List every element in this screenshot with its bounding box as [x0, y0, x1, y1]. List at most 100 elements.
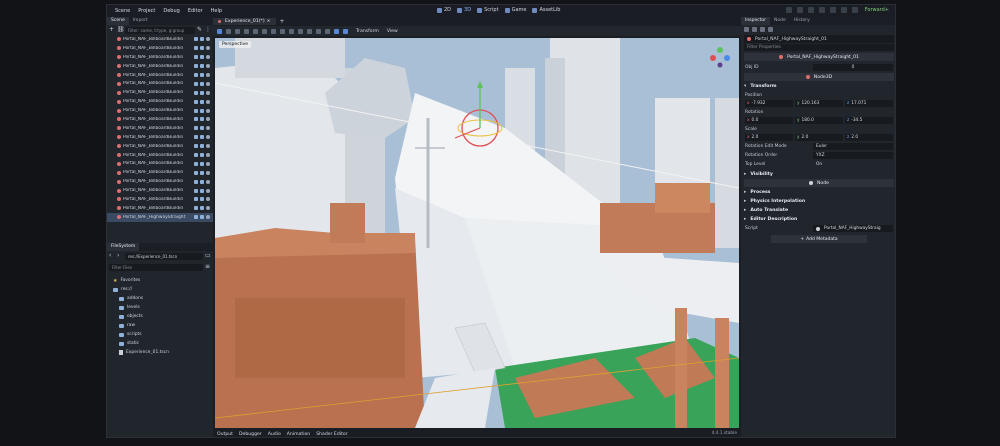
script-attach-icon[interactable]: ✎ [197, 27, 203, 33]
remote-debug-icon[interactable] [818, 7, 825, 13]
visibility-eye-icon[interactable] [206, 90, 210, 95]
transform-menu[interactable]: Transform [356, 29, 379, 34]
instance-icon[interactable] [194, 153, 198, 158]
tab-node[interactable]: Node [770, 17, 790, 25]
tab-history[interactable]: History [790, 17, 814, 25]
workspace-game[interactable]: Game [504, 7, 526, 13]
instance-icon[interactable] [194, 135, 198, 140]
script-icon[interactable] [200, 144, 204, 149]
rotate-tool-icon[interactable] [235, 28, 240, 34]
select-tool-icon[interactable] [217, 28, 222, 34]
scale-tool-icon[interactable] [244, 28, 249, 34]
pause-icon[interactable] [796, 7, 803, 13]
class-header-node3d[interactable]: Node3D [744, 73, 894, 81]
visibility-eye-icon[interactable] [206, 81, 210, 86]
lock-icon[interactable] [262, 28, 267, 34]
scene-tab-experience[interactable]: Experience_01(*) × [213, 18, 276, 25]
workspace-assetlib[interactable]: AssetLib [532, 7, 560, 13]
instance-icon[interactable] [194, 99, 198, 104]
workspace-2d[interactable]: 2D [437, 7, 451, 13]
instance-icon[interactable] [194, 73, 198, 77]
instance-icon[interactable] [194, 170, 198, 175]
scene-tree-row[interactable]: Portal_NAF_BillboardBuildin [107, 177, 213, 186]
script-icon[interactable] [200, 117, 204, 122]
scene-tree-row[interactable]: Portal_NAF_BillboardBuildin [107, 151, 213, 160]
instance-icon[interactable] [194, 81, 198, 86]
visibility-eye-icon[interactable] [206, 179, 210, 184]
filesystem-item[interactable]: levels [107, 303, 213, 312]
section-process[interactable]: ▸ Process [744, 188, 894, 196]
environment-icon[interactable] [316, 28, 321, 34]
scene-tree-row[interactable]: Portal_NAF_BillboardBuildin [107, 35, 213, 44]
instance-icon[interactable] [194, 206, 198, 211]
visibility-eye-icon[interactable] [206, 135, 210, 140]
script-icon[interactable] [200, 188, 204, 193]
3d-viewport[interactable]: Perspective [215, 38, 739, 428]
close-icon[interactable]: × [267, 19, 271, 24]
scene-tree-row[interactable]: Portal_NAF_BillboardBuildin [107, 97, 213, 106]
scene-tree-row[interactable]: Portal_NAF_HighwayStraight [107, 212, 213, 222]
visibility-eye-icon[interactable] [206, 144, 210, 149]
tab-debugger[interactable]: Debugger [239, 432, 262, 437]
visibility-eye-icon[interactable] [206, 99, 210, 104]
filesystem-item[interactable]: addons [107, 294, 213, 303]
scale-y-field[interactable]: y 2.0 [795, 134, 843, 141]
instance-icon[interactable] [194, 197, 198, 202]
gizmo-icon[interactable] [343, 28, 348, 34]
split-view-icon[interactable]: ▭ [205, 253, 211, 259]
filesystem-item[interactable]: static [107, 339, 213, 348]
position-x-field[interactable]: x -7.932 [745, 100, 793, 107]
position-y-field[interactable]: y 120.163 [795, 100, 843, 107]
script-icon[interactable] [200, 46, 204, 51]
scene-tree-row[interactable]: Portal_NAF_BillboardBuildin [107, 124, 213, 133]
filesystem-item[interactable]: res:// [107, 285, 213, 294]
sun-icon[interactable] [307, 28, 312, 34]
visibility-eye-icon[interactable] [206, 37, 210, 42]
instance-icon[interactable] [194, 117, 198, 122]
scene-tree-row[interactable]: Portal_NAF_BillboardBuildin [107, 186, 213, 195]
node-path-selector[interactable]: Portal_NAF_HighwayStraight_01 [744, 35, 894, 43]
add-scene-tab-icon[interactable]: + [276, 18, 289, 25]
visibility-eye-icon[interactable] [206, 73, 210, 77]
section-transform[interactable]: ▾ Transform [744, 82, 894, 90]
menu-scene[interactable]: Scene [111, 8, 134, 14]
snap-icon[interactable] [298, 28, 303, 34]
scene-tree-row[interactable]: Portal_NAF_BillboardBuildin [107, 44, 213, 53]
menu-editor[interactable]: Editor [184, 8, 207, 14]
scale-x-field[interactable]: x 2.0 [745, 134, 793, 141]
instance-icon[interactable] [194, 215, 198, 220]
tab-inspector[interactable]: Inspector [741, 17, 770, 25]
menu-help[interactable]: Help [207, 8, 226, 14]
instance-icon[interactable] [194, 161, 198, 166]
script-icon[interactable] [200, 37, 204, 42]
workspace-script[interactable]: Script [477, 7, 499, 13]
workspace-3d[interactable]: 3D [457, 7, 471, 13]
add-node-icon[interactable]: + [109, 27, 115, 33]
script-icon[interactable] [200, 215, 204, 220]
scene-tree-row[interactable]: Portal_NAF_BillboardBuildin [107, 204, 213, 213]
section-editor-description[interactable]: ▸ Editor Description [744, 215, 894, 223]
tab-audio[interactable]: Audio [268, 432, 281, 437]
more-icon[interactable] [325, 28, 330, 34]
top-level-checkbox[interactable]: On [813, 161, 893, 168]
filesystem-item[interactable]: ★ Favorites [107, 276, 213, 285]
scene-tree-row[interactable]: Portal_NAF_BillboardBuildin [107, 142, 213, 151]
tab-import[interactable]: Import [129, 17, 152, 25]
instance-icon[interactable] [194, 64, 198, 69]
scale-z-field[interactable]: z 2.0 [845, 134, 893, 141]
scene-tree-row[interactable]: Portal_NAF_BillboardBuildin [107, 115, 213, 124]
obj-id-value[interactable]: 0 [813, 64, 893, 71]
scene-tree-row[interactable]: Portal_NAF_BillboardBuildin [107, 106, 213, 115]
script-resource-field[interactable]: Portal_NAF_HighwayStraig [813, 225, 893, 232]
script-icon[interactable] [200, 170, 204, 175]
scene-tree-row[interactable]: Portal_NAF_BillboardBuildin [107, 133, 213, 142]
visibility-eye-icon[interactable] [206, 55, 210, 60]
instance-icon[interactable] [194, 126, 198, 131]
rotation-edit-mode-select[interactable]: Euler [813, 143, 893, 150]
script-icon[interactable] [200, 81, 204, 86]
visibility-eye-icon[interactable] [206, 126, 210, 131]
visibility-eye-icon[interactable] [206, 206, 210, 211]
movie-maker-icon[interactable] [851, 7, 858, 13]
ruler-icon[interactable] [280, 28, 285, 34]
script-icon[interactable] [200, 73, 204, 77]
